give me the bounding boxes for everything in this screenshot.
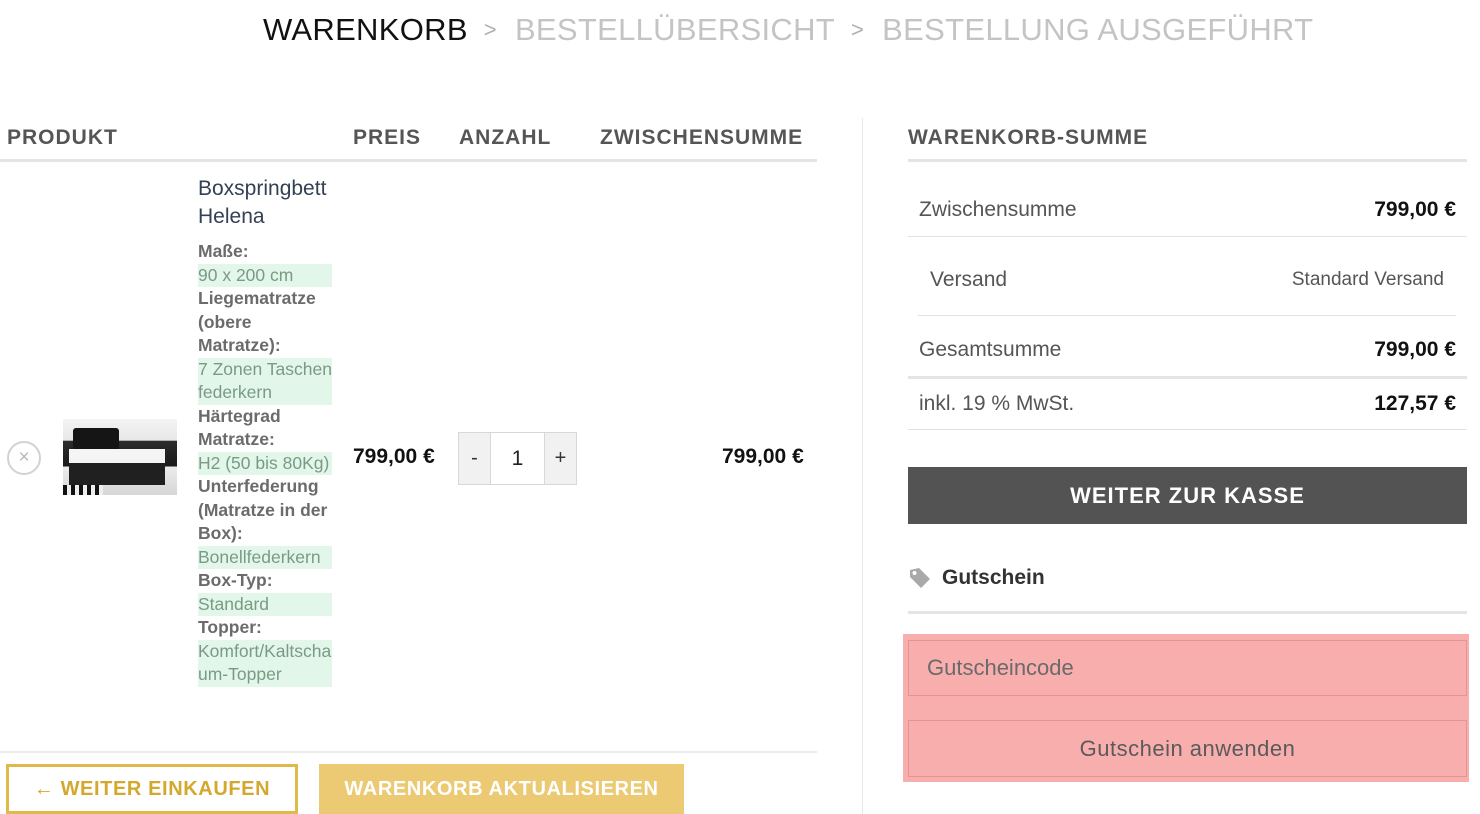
quantity-input[interactable] (491, 433, 544, 484)
variation-label: Liegematratze (obere Matratze): (198, 288, 316, 355)
product-variations: Maße: 90 x 200 cm Liegematratze (obere M… (198, 240, 332, 687)
table-footer-divider (0, 751, 817, 753)
table-header-divider (0, 159, 817, 162)
step-order-complete: BESTELLUNG AUSGEFÜHRT (882, 12, 1314, 47)
update-cart-button[interactable]: WARENKORB AKTUALISIEREN (319, 764, 684, 814)
tag-icon (910, 568, 930, 588)
variation-value: 7 Zonen Taschenfederkern (198, 357, 332, 405)
variation-label: Box-Typ: (198, 570, 273, 590)
quantity-stepper: - + (458, 432, 577, 485)
proceed-to-checkout-button[interactable]: WEITER ZUR KASSE (908, 467, 1467, 524)
totals-header-divider (908, 159, 1467, 162)
apply-coupon-button[interactable]: Gutschein anwenden (908, 720, 1467, 777)
variation-value: 90 x 200 cm (198, 263, 332, 287)
continue-shopping-button[interactable]: ← WEITER EINKAUFEN (6, 764, 298, 814)
product-name-link[interactable]: Boxspringbett Helena (198, 175, 338, 231)
totals-row-tax: inkl. 19 % MwSt. 127,57 € (908, 392, 1467, 416)
variation-value: Komfort/Kaltschaum-Topper (198, 639, 332, 687)
variation-value: Bonellfederkern (198, 545, 332, 569)
coupon-code-input[interactable]: Gutscheincode (908, 640, 1467, 696)
total-label: Gesamtsumme (919, 338, 1062, 361)
column-divider (862, 118, 863, 814)
variation-label: Unterfederung (Matratze in der Box): (198, 476, 328, 543)
checkout-steps-breadcrumb: WARENKORB > BESTELLÜBERSICHT > BESTELLUN… (263, 12, 1313, 48)
totals-row-subtotal: Zwischensumme 799,00 € (908, 198, 1467, 222)
column-header-subtotal: ZWISCHENSUMME (600, 126, 804, 149)
product-thumbnail[interactable] (63, 419, 177, 495)
divider (908, 429, 1467, 430)
quantity-increase-button[interactable]: + (544, 433, 576, 484)
divider (908, 376, 1467, 379)
column-header-quantity: ANZAHL (459, 126, 552, 149)
column-header-price: PREIS (353, 126, 422, 149)
variation-label: Härtegrad Matratze: (198, 405, 281, 450)
totals-row-total: Gesamtsumme 799,00 € (908, 338, 1467, 362)
tax-label: inkl. 19 % MwSt. (919, 392, 1075, 415)
step-cart[interactable]: WARENKORB (263, 12, 468, 48)
cart-totals-title: WARENKORB-SUMME (908, 126, 1149, 149)
chevron-right-icon: > (851, 17, 865, 42)
variation-value: H2 (50 bis 80Kg) (198, 451, 332, 475)
shipping-label: Versand (930, 268, 1008, 291)
subtotal-label: Zwischensumme (919, 198, 1077, 221)
shipping-method: Standard Versand (1291, 269, 1444, 290)
step-order-overview: BESTELLÜBERSICHT (514, 12, 836, 47)
item-subtotal: 799,00 € (722, 445, 804, 468)
quantity-decrease-button[interactable]: - (459, 433, 491, 484)
variation-label: Maße: (198, 241, 249, 261)
subtotal-value: 799,00 € (1374, 198, 1456, 221)
remove-item-button[interactable]: × (7, 441, 41, 475)
divider (908, 236, 1467, 237)
divider (918, 315, 1456, 316)
tax-value: 127,57 € (1374, 392, 1456, 415)
coupon-header: Gutschein (908, 566, 1045, 590)
totals-row-shipping: Versand Standard Versand (908, 268, 1467, 292)
coupon-divider (908, 611, 1467, 614)
total-value: 799,00 € (1374, 338, 1456, 361)
coupon-title: Gutschein (942, 566, 1045, 589)
variation-label: Topper: (198, 617, 262, 637)
variation-value: Standard (198, 592, 332, 616)
item-price: 799,00 € (353, 445, 435, 468)
close-icon: × (18, 447, 30, 468)
column-header-product: PRODUKT (7, 126, 118, 149)
chevron-right-icon: > (483, 17, 497, 42)
